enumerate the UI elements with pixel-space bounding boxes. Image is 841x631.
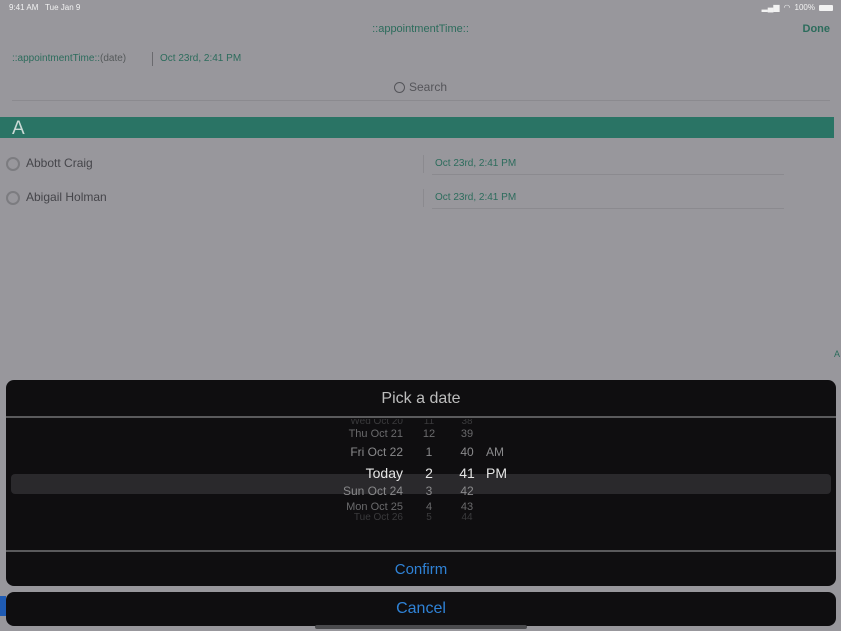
picker-row[interactable]: Fri Oct 22 1 40 AM <box>6 445 836 462</box>
list-item[interactable]: Abbott Craig Oct 23rd, 2:41 PM <box>0 153 841 179</box>
status-time: 9:41 AM Tue Jan 9 <box>9 3 81 12</box>
picker-day: Fri Oct 22 <box>350 445 403 459</box>
nav-title: ::appointmentTime:: <box>372 23 469 35</box>
row-separator <box>423 155 424 173</box>
search-placeholder: Search <box>408 80 448 94</box>
picker-day: Thu Oct 21 <box>348 428 403 440</box>
date-picker-sheet: Pick a date Wed Oct 20 11 38 Thu Oct 21 … <box>6 380 836 586</box>
picker-day: Tue Oct 26 <box>353 512 403 523</box>
search-divider <box>12 100 830 101</box>
picker-row[interactable]: Today 2 41 PM <box>6 465 836 482</box>
contact-name: Abigail Holman <box>26 190 107 204</box>
picker-minute: 42 <box>460 484 474 498</box>
field-value[interactable]: Oct 23rd, 2:41 PM <box>160 53 241 64</box>
field-separator <box>152 52 153 66</box>
section-letter: A <box>12 118 25 139</box>
sheet-divider <box>6 416 836 418</box>
wifi-icon: ◠ <box>783 3 791 12</box>
field-label: ::appointmentTime::(date) <box>12 53 127 64</box>
appointment-time[interactable]: Oct 23rd, 2:41 PM <box>435 158 516 169</box>
search-icon <box>393 81 405 93</box>
row-separator <box>423 189 424 207</box>
picker-day: Wed Oct 20 <box>350 419 403 427</box>
picker-row[interactable]: Sun Oct 24 3 42 <box>6 484 836 501</box>
picker-ampm: PM <box>486 465 507 481</box>
section-index-letter[interactable]: A <box>834 349 840 359</box>
picker-day: Sun Oct 24 <box>342 484 403 498</box>
avatar-icon <box>6 191 20 205</box>
done-button[interactable]: Done <box>803 23 831 35</box>
picker-day: Today <box>365 465 403 481</box>
contact-name: Abbott Craig <box>26 156 93 170</box>
home-indicator <box>315 625 527 629</box>
search-bar[interactable]: Search <box>0 80 841 94</box>
picker-minute: 41 <box>459 465 475 481</box>
picker-minute: 39 <box>460 428 474 440</box>
picker-minute: 44 <box>461 512 473 523</box>
date-picker-wheel[interactable]: Wed Oct 20 11 38 Thu Oct 21 12 39 Fri Oc… <box>6 419 836 551</box>
avatar-icon <box>6 157 20 171</box>
picker-row[interactable]: Thu Oct 21 12 39 <box>6 428 836 445</box>
row-divider <box>432 208 784 209</box>
battery-percent: 100% <box>794 3 815 12</box>
appointment-time[interactable]: Oct 23rd, 2:41 PM <box>435 192 516 203</box>
row-divider <box>432 174 784 175</box>
picker-row[interactable]: Tue Oct 26 5 44 <box>6 512 836 529</box>
sheet-title: Pick a date <box>381 390 461 407</box>
battery-icon <box>819 4 833 11</box>
status-icons: ▂▄▆ ◠ 100% <box>762 3 833 12</box>
confirm-button[interactable]: Confirm <box>6 552 836 586</box>
section-header <box>0 117 834 138</box>
list-item[interactable]: Abigail Holman Oct 23rd, 2:41 PM <box>0 187 841 213</box>
picker-ampm: AM <box>486 445 504 459</box>
picker-minute: 38 <box>461 419 473 427</box>
picker-minute: 40 <box>460 445 474 459</box>
signal-icon: ▂▄▆ <box>761 3 780 12</box>
cancel-button[interactable]: Cancel <box>6 592 836 626</box>
